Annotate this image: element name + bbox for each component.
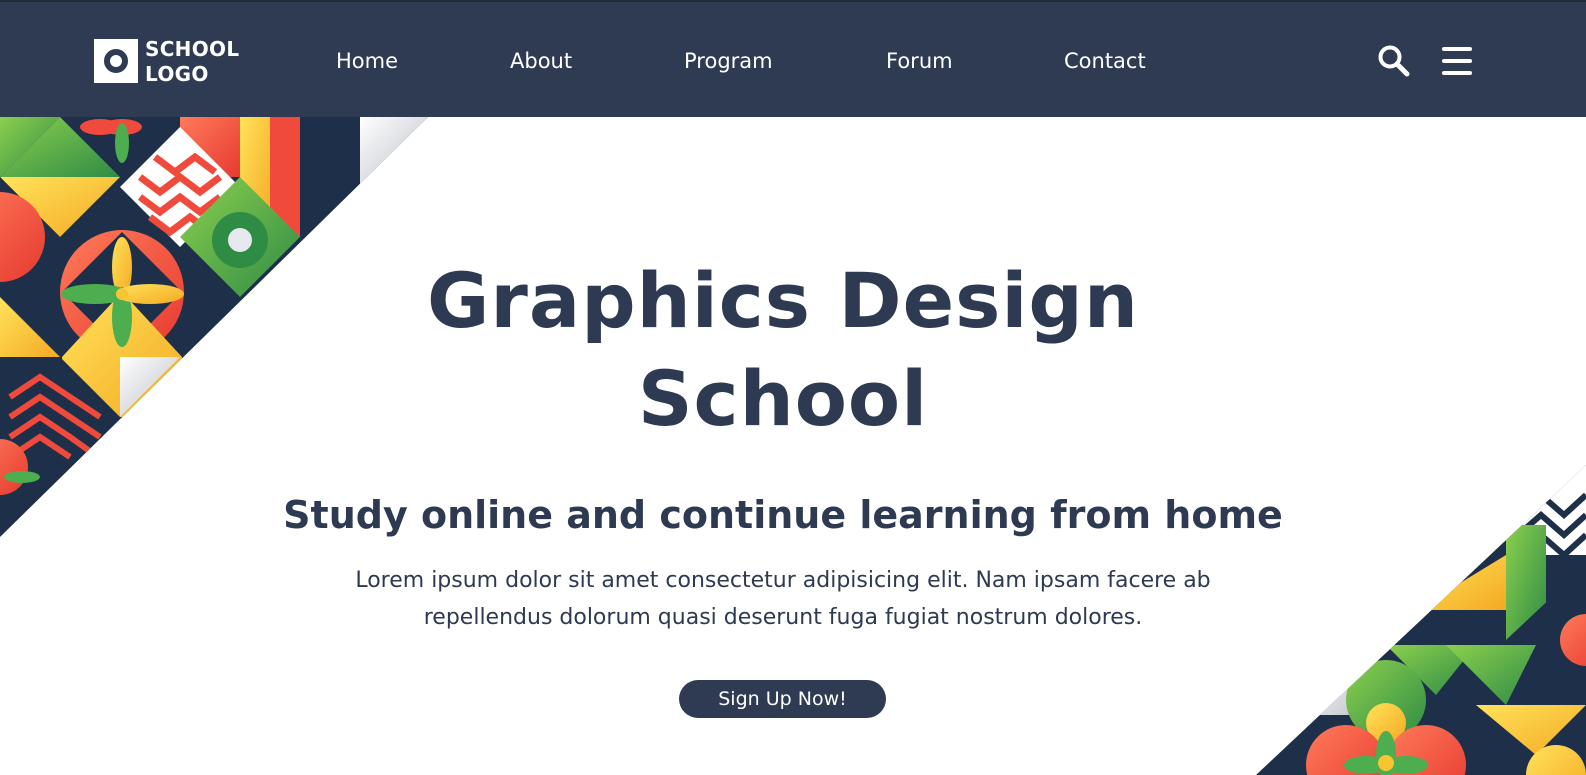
nav-about[interactable]: About <box>510 46 572 76</box>
hero-subtitle: Study online and continue learning from … <box>283 493 1283 537</box>
sign-up-button[interactable]: Sign Up Now! <box>679 680 886 718</box>
hero-description: Lorem ipsum dolor sit amet consectetur a… <box>355 568 1211 630</box>
nav-forum[interactable]: Forum <box>886 46 953 76</box>
nav-program[interactable]: Program <box>684 46 773 76</box>
top-navbar: SCHOOL LOGO Home About Program Forum Con… <box>0 0 1586 117</box>
school-logo[interactable]: SCHOOL LOGO <box>94 37 244 86</box>
geometric-pattern-left <box>0 117 430 537</box>
logo-mark-icon <box>94 39 138 83</box>
logo-text: SCHOOL LOGO <box>145 37 240 86</box>
nav-home[interactable]: Home <box>336 46 398 76</box>
search-icon[interactable] <box>1377 44 1411 78</box>
hamburger-menu-icon[interactable] <box>1440 46 1474 76</box>
hero-title: Graphics Design School <box>427 256 1139 443</box>
nav-contact[interactable]: Contact <box>1064 46 1146 76</box>
